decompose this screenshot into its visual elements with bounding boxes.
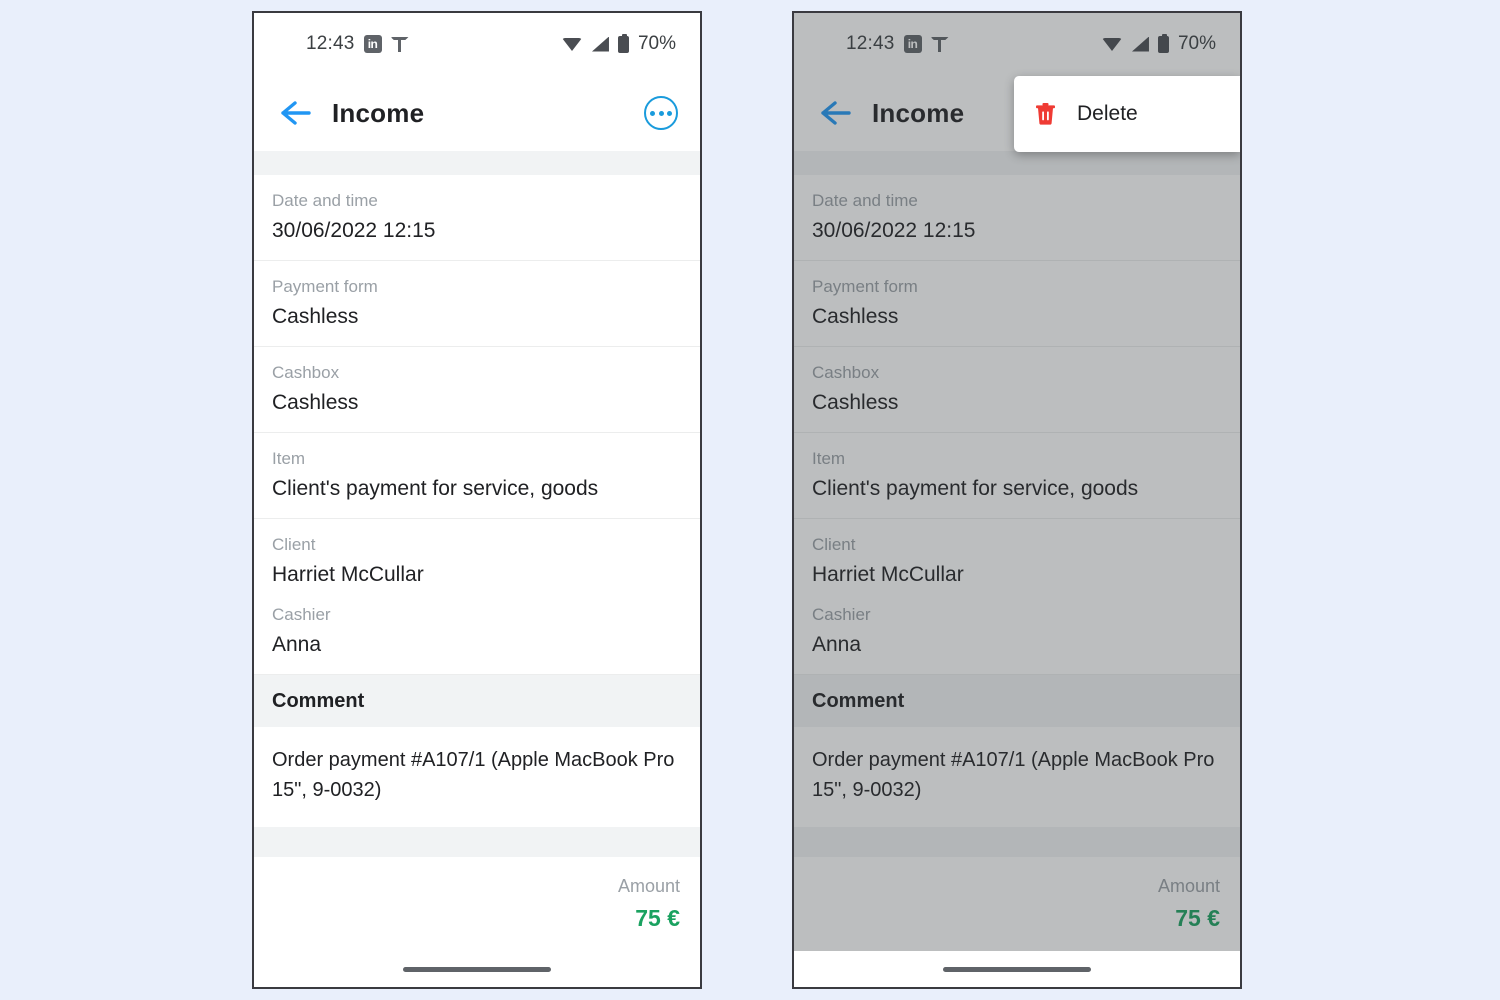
detail-label: Date and time xyxy=(812,191,918,210)
comment-title: Comment xyxy=(812,689,905,712)
total-label: Amount xyxy=(1157,876,1220,896)
more-options-icon[interactable] xyxy=(644,96,678,130)
detail-row-client[interactable]: Client Harriet McCullar xyxy=(254,519,700,595)
total-value: 75 € xyxy=(1175,905,1220,931)
detail-label: Cashbox xyxy=(812,363,880,382)
detail-label: Item xyxy=(272,449,306,468)
status-bar: 12:43 70% xyxy=(794,13,1240,75)
total-value: 75 € xyxy=(635,905,680,931)
total-row-amount: Amount 75 € xyxy=(254,857,700,952)
detail-label: Cashier xyxy=(812,605,871,624)
section-spacer-totals xyxy=(794,827,1240,857)
battery-percentage: 70% xyxy=(637,33,676,54)
page-title: Income xyxy=(872,97,965,128)
detail-row-payment-form[interactable]: Payment form Cashless xyxy=(794,261,1240,347)
detail-row-cashier[interactable]: Cashier Anna xyxy=(254,595,700,675)
detail-value: Client's payment for service, goods xyxy=(812,477,1139,500)
overflow-menu-popup: Delete xyxy=(1014,76,1240,152)
battery-icon xyxy=(617,33,629,53)
detail-value: Anna xyxy=(812,633,862,656)
detail-value: Harriet McCullar xyxy=(272,563,424,586)
detail-row-date-and-time[interactable]: Date and time 30/06/2022 12:15 xyxy=(794,175,1240,261)
phone-screen-before: 12:43 70% Income xyxy=(252,11,702,989)
detail-row-item[interactable]: Item Client's payment for service, goods xyxy=(254,433,700,519)
detail-label: Cashier xyxy=(272,605,331,624)
section-spacer-top xyxy=(254,151,700,175)
detail-row-payment-form[interactable]: Payment form Cashless xyxy=(254,261,700,347)
signal-icon xyxy=(1131,36,1149,52)
section-spacer-top xyxy=(794,151,1240,175)
detail-row-cashbox[interactable]: Cashbox Cashless xyxy=(254,347,700,433)
transaction-details-list: Date and time 30/06/2022 12:15 Payment f… xyxy=(254,151,700,987)
back-arrow-icon[interactable] xyxy=(276,93,316,133)
status-time: 12:43 xyxy=(306,33,355,54)
detail-row-cashbox[interactable]: Cashbox Cashless xyxy=(794,347,1240,433)
detail-value: Anna xyxy=(272,633,322,656)
home-indicator-pill[interactable] xyxy=(403,966,551,972)
detail-label: Payment form xyxy=(812,277,918,296)
section-spacer-totals xyxy=(254,827,700,857)
wifi-icon xyxy=(1101,37,1123,52)
trash-icon xyxy=(1036,103,1055,125)
comment-text: Order payment #A107/1 (Apple MacBook Pro… xyxy=(254,727,700,827)
battery-percentage: 70% xyxy=(1177,33,1216,54)
page-title: Income xyxy=(332,97,425,128)
detail-row-cashier[interactable]: Cashier Anna xyxy=(794,595,1240,675)
back-arrow-icon[interactable] xyxy=(816,93,856,133)
battery-icon xyxy=(1157,33,1169,53)
dot-3 xyxy=(667,110,672,116)
status-bar: 12:43 70% xyxy=(254,13,700,75)
wifi-icon xyxy=(561,37,583,52)
dot-2 xyxy=(658,110,664,116)
detail-value: Cashless xyxy=(272,391,359,414)
total-label: Amount xyxy=(617,876,680,896)
detail-value: Client's payment for service, goods xyxy=(272,477,599,500)
detail-row-date-and-time[interactable]: Date and time 30/06/2022 12:15 xyxy=(254,175,700,261)
system-nav-bar xyxy=(794,951,1240,987)
detail-row-client[interactable]: Client Harriet McCullar xyxy=(794,519,1240,595)
comment-section-header: Comment xyxy=(254,675,700,727)
comment-text: Order payment #A107/1 (Apple MacBook Pro… xyxy=(794,727,1240,827)
status-bar-right: 70% xyxy=(561,33,676,55)
detail-value: Harriet McCullar xyxy=(812,563,964,586)
linkedin-icon xyxy=(903,35,922,53)
detail-label: Payment form xyxy=(272,277,378,296)
app-bar: Income xyxy=(254,75,700,151)
detail-label: Cashbox xyxy=(272,363,340,382)
detail-value: Cashless xyxy=(812,391,899,414)
status-bar-left: 12:43 xyxy=(306,33,409,55)
app-screen-with-menu: 12:43 70% Income xyxy=(794,13,1240,987)
home-indicator-pill[interactable] xyxy=(943,966,1091,972)
detail-label: Date and time xyxy=(272,191,378,210)
phone-screen-after: 12:43 70% Income xyxy=(792,11,1242,989)
detail-label: Item xyxy=(812,449,846,468)
status-bar-left: 12:43 xyxy=(846,33,949,55)
linkedin-icon xyxy=(363,35,382,53)
tesla-icon xyxy=(931,35,949,53)
detail-value: Cashless xyxy=(812,305,899,328)
signal-icon xyxy=(591,36,609,52)
system-nav-bar xyxy=(254,951,700,987)
detail-value: 30/06/2022 12:15 xyxy=(812,219,976,242)
status-bar-right: 70% xyxy=(1101,33,1216,55)
status-time: 12:43 xyxy=(846,33,895,54)
screenshot-canvas: 12:43 70% Income xyxy=(0,0,1500,1000)
detail-value: Cashless xyxy=(272,305,359,328)
comment-section-header: Comment xyxy=(794,675,1240,727)
detail-row-item[interactable]: Item Client's payment for service, goods xyxy=(794,433,1240,519)
tesla-icon xyxy=(391,35,409,53)
transaction-details-list: Date and time 30/06/2022 12:15 Payment f… xyxy=(794,151,1240,987)
detail-label: Client xyxy=(272,535,316,554)
app-screen: 12:43 70% Income xyxy=(254,13,700,987)
comment-title: Comment xyxy=(272,689,365,712)
total-row-amount: Amount 75 € xyxy=(794,857,1240,952)
detail-label: Client xyxy=(812,535,856,554)
delete-menu-item-label[interactable]: Delete xyxy=(1077,102,1138,126)
detail-value: 30/06/2022 12:15 xyxy=(272,219,436,242)
dot-1 xyxy=(650,110,655,116)
